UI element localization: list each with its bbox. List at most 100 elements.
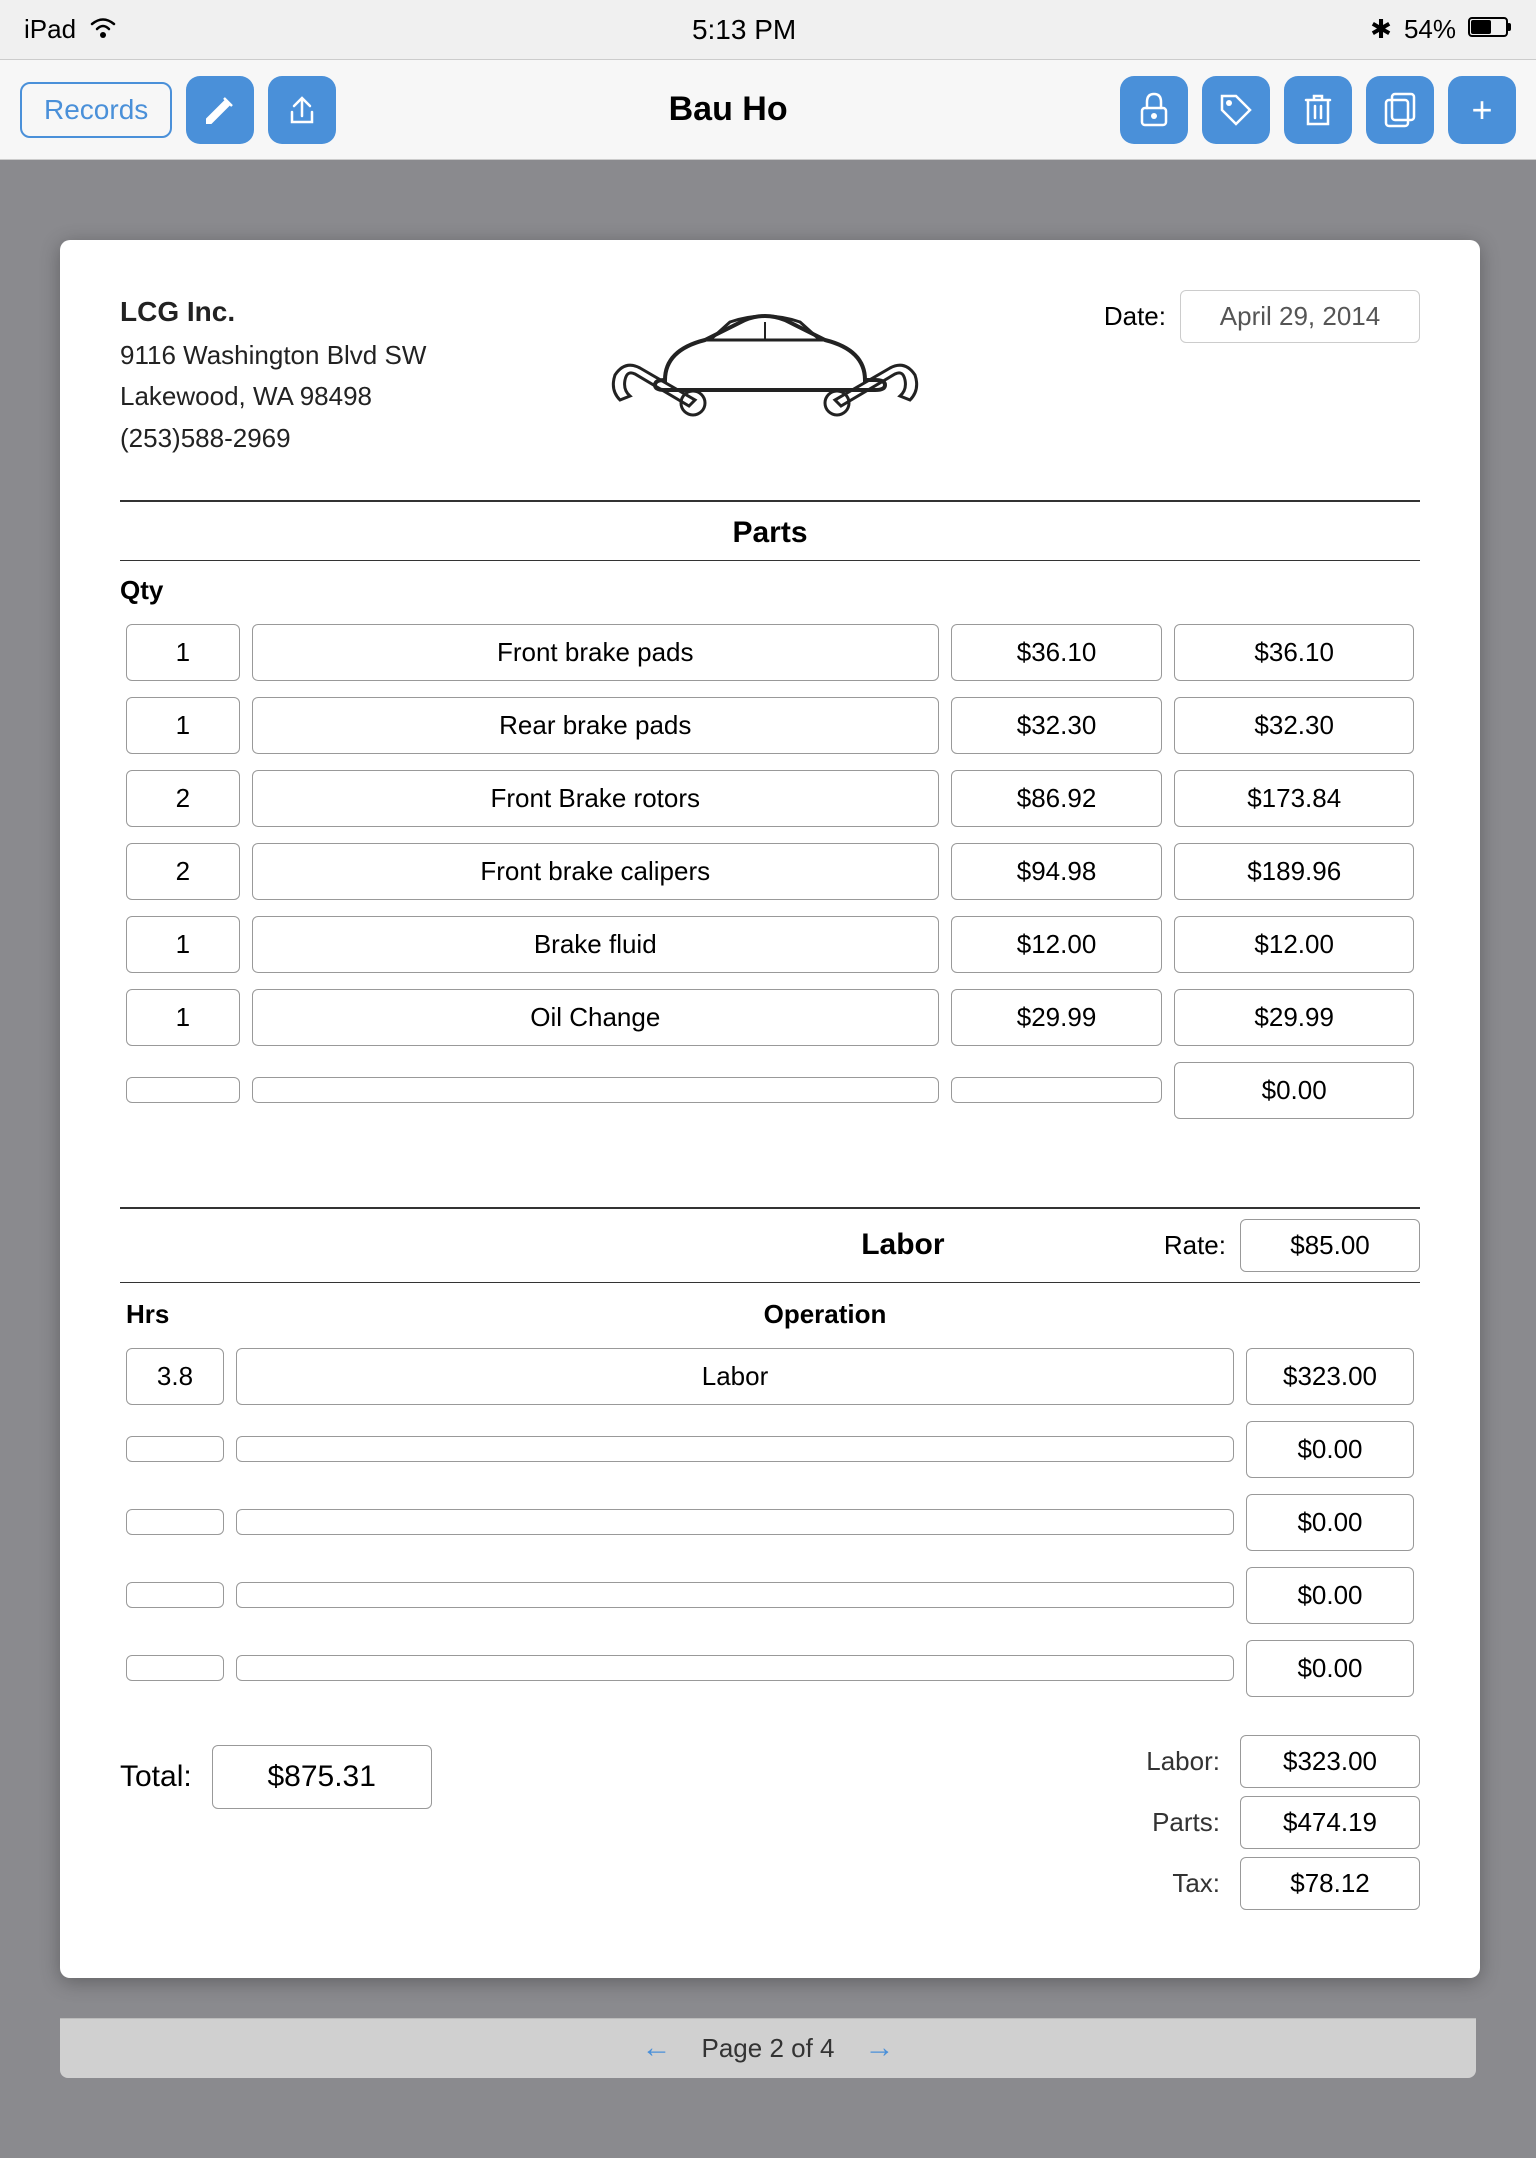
labor-op-1[interactable] bbox=[236, 1436, 1234, 1462]
trash-button[interactable] bbox=[1284, 76, 1352, 144]
company-address1: 9116 Washington Blvd SW bbox=[120, 335, 426, 377]
device-label: iPad bbox=[24, 14, 76, 45]
total-label: Total: bbox=[120, 1760, 192, 1794]
bluetooth-icon: ✱ bbox=[1370, 14, 1392, 45]
qty-header: Qty bbox=[120, 561, 1420, 616]
part-total-1: $32.30 bbox=[1174, 697, 1414, 754]
tax-total-row: Tax: $78.12 bbox=[1146, 1857, 1420, 1910]
rate-value[interactable]: $85.00 bbox=[1240, 1219, 1420, 1272]
add-button[interactable]: + bbox=[1448, 76, 1516, 144]
labor-ops-header: Hrs Operation bbox=[120, 1283, 1420, 1340]
part-desc-0[interactable]: Front brake pads bbox=[252, 624, 939, 681]
part-total-4: $12.00 bbox=[1174, 916, 1414, 973]
part-price-4[interactable]: $12.00 bbox=[951, 916, 1163, 973]
status-bar: iPad 5:13 PM ✱ 54% bbox=[0, 0, 1536, 60]
labor-table: 3.8 Labor $323.00 $0.00 $0.00 $0.00 $0.0… bbox=[120, 1340, 1420, 1705]
part-price-5[interactable]: $29.99 bbox=[951, 989, 1163, 1046]
part-total-0: $36.10 bbox=[1174, 624, 1414, 681]
total-value[interactable]: $875.31 bbox=[212, 1745, 432, 1809]
parts-row[interactable]: 2 Front brake calipers $94.98 $189.96 bbox=[120, 835, 1420, 908]
part-desc-4[interactable]: Brake fluid bbox=[252, 916, 939, 973]
part-qty-5[interactable]: 1 bbox=[126, 989, 240, 1046]
status-time: 5:13 PM bbox=[692, 14, 796, 46]
parts-row[interactable]: $0.00 bbox=[120, 1054, 1420, 1127]
prev-page-button[interactable]: ← bbox=[642, 2031, 672, 2065]
nav-left: Records bbox=[20, 76, 336, 144]
part-price-1[interactable]: $32.30 bbox=[951, 697, 1163, 754]
date-area: Date: April 29, 2014 bbox=[1104, 290, 1420, 343]
parts-row[interactable]: 1 Front brake pads $36.10 $36.10 bbox=[120, 616, 1420, 689]
company-phone: (253)588-2969 bbox=[120, 418, 426, 460]
labor-header: Labor Rate: $85.00 bbox=[120, 1207, 1420, 1272]
date-value[interactable]: April 29, 2014 bbox=[1180, 290, 1420, 343]
part-total-5: $29.99 bbox=[1174, 989, 1414, 1046]
status-left: iPad bbox=[24, 14, 118, 45]
part-price-2[interactable]: $86.92 bbox=[951, 770, 1163, 827]
nav-right: + bbox=[1120, 76, 1516, 144]
labor-row[interactable]: $0.00 bbox=[120, 1632, 1420, 1705]
total-right: Labor: $323.00 Parts: $474.19 Tax: $78.1… bbox=[1146, 1735, 1420, 1918]
labor-hrs-4[interactable] bbox=[126, 1655, 224, 1681]
part-total-6: $0.00 bbox=[1174, 1062, 1414, 1119]
labor-hrs-3[interactable] bbox=[126, 1582, 224, 1608]
labor-hrs-0[interactable]: 3.8 bbox=[126, 1348, 224, 1405]
document: LCG Inc. 9116 Washington Blvd SW Lakewoo… bbox=[60, 240, 1480, 1978]
next-page-button[interactable]: → bbox=[865, 2031, 895, 2065]
nav-title: Bau Ho bbox=[669, 90, 788, 129]
parts-row[interactable]: 1 Oil Change $29.99 $29.99 bbox=[120, 981, 1420, 1054]
status-right: ✱ 54% bbox=[1370, 14, 1512, 45]
lock-button[interactable] bbox=[1120, 76, 1188, 144]
parts-row[interactable]: 1 Brake fluid $12.00 $12.00 bbox=[120, 908, 1420, 981]
labor-summary-value: $323.00 bbox=[1240, 1735, 1420, 1788]
labor-summary-label: Labor: bbox=[1146, 1746, 1220, 1777]
labor-op-3[interactable] bbox=[236, 1582, 1234, 1608]
wifi-icon bbox=[88, 14, 118, 45]
part-price-3[interactable]: $94.98 bbox=[951, 843, 1163, 900]
part-qty-2[interactable]: 2 bbox=[126, 770, 240, 827]
copy-button[interactable] bbox=[1366, 76, 1434, 144]
labor-row[interactable]: $0.00 bbox=[120, 1486, 1420, 1559]
parts-summary-label: Parts: bbox=[1152, 1807, 1220, 1838]
part-desc-6[interactable] bbox=[252, 1077, 939, 1103]
part-qty-3[interactable]: 2 bbox=[126, 843, 240, 900]
parts-section-title: Parts bbox=[120, 500, 1420, 560]
labor-total-3: $0.00 bbox=[1246, 1567, 1414, 1624]
labor-row[interactable]: $0.00 bbox=[120, 1413, 1420, 1486]
nav-bar: Records Bau Ho bbox=[0, 60, 1536, 160]
labor-op-0[interactable]: Labor bbox=[236, 1348, 1234, 1405]
doc-header: LCG Inc. 9116 Washington Blvd SW Lakewoo… bbox=[120, 290, 1420, 460]
part-total-3: $189.96 bbox=[1174, 843, 1414, 900]
part-desc-3[interactable]: Front brake calipers bbox=[252, 843, 939, 900]
company-address2: Lakewood, WA 98498 bbox=[120, 376, 426, 418]
labor-rate-area: Rate: $85.00 bbox=[1164, 1219, 1420, 1272]
labor-total-2: $0.00 bbox=[1246, 1494, 1414, 1551]
parts-row[interactable]: 1 Rear brake pads $32.30 $32.30 bbox=[120, 689, 1420, 762]
part-price-6[interactable] bbox=[951, 1077, 1163, 1103]
company-info: LCG Inc. 9116 Washington Blvd SW Lakewoo… bbox=[120, 290, 426, 460]
part-qty-1[interactable]: 1 bbox=[126, 697, 240, 754]
part-desc-5[interactable]: Oil Change bbox=[252, 989, 939, 1046]
parts-row[interactable]: 2 Front Brake rotors $86.92 $173.84 bbox=[120, 762, 1420, 835]
part-desc-1[interactable]: Rear brake pads bbox=[252, 697, 939, 754]
parts-table: 1 Front brake pads $36.10 $36.10 1 Rear … bbox=[120, 616, 1420, 1127]
tax-summary-label: Tax: bbox=[1172, 1868, 1220, 1899]
labor-hrs-1[interactable] bbox=[126, 1436, 224, 1462]
part-qty-4[interactable]: 1 bbox=[126, 916, 240, 973]
parts-total-row: Parts: $474.19 bbox=[1146, 1796, 1420, 1849]
tag-button[interactable] bbox=[1202, 76, 1270, 144]
labor-op-2[interactable] bbox=[236, 1509, 1234, 1535]
edit-button[interactable] bbox=[186, 76, 254, 144]
records-button[interactable]: Records bbox=[20, 82, 172, 138]
labor-row[interactable]: 3.8 Labor $323.00 bbox=[120, 1340, 1420, 1413]
labor-total-1: $0.00 bbox=[1246, 1421, 1414, 1478]
labor-row[interactable]: $0.00 bbox=[120, 1559, 1420, 1632]
part-price-0[interactable]: $36.10 bbox=[951, 624, 1163, 681]
part-total-2: $173.84 bbox=[1174, 770, 1414, 827]
share-button[interactable] bbox=[268, 76, 336, 144]
labor-op-4[interactable] bbox=[236, 1655, 1234, 1681]
part-qty-0[interactable]: 1 bbox=[126, 624, 240, 681]
labor-hrs-2[interactable] bbox=[126, 1509, 224, 1535]
part-qty-6[interactable] bbox=[126, 1077, 240, 1103]
part-desc-2[interactable]: Front Brake rotors bbox=[252, 770, 939, 827]
parts-summary-value: $474.19 bbox=[1240, 1796, 1420, 1849]
